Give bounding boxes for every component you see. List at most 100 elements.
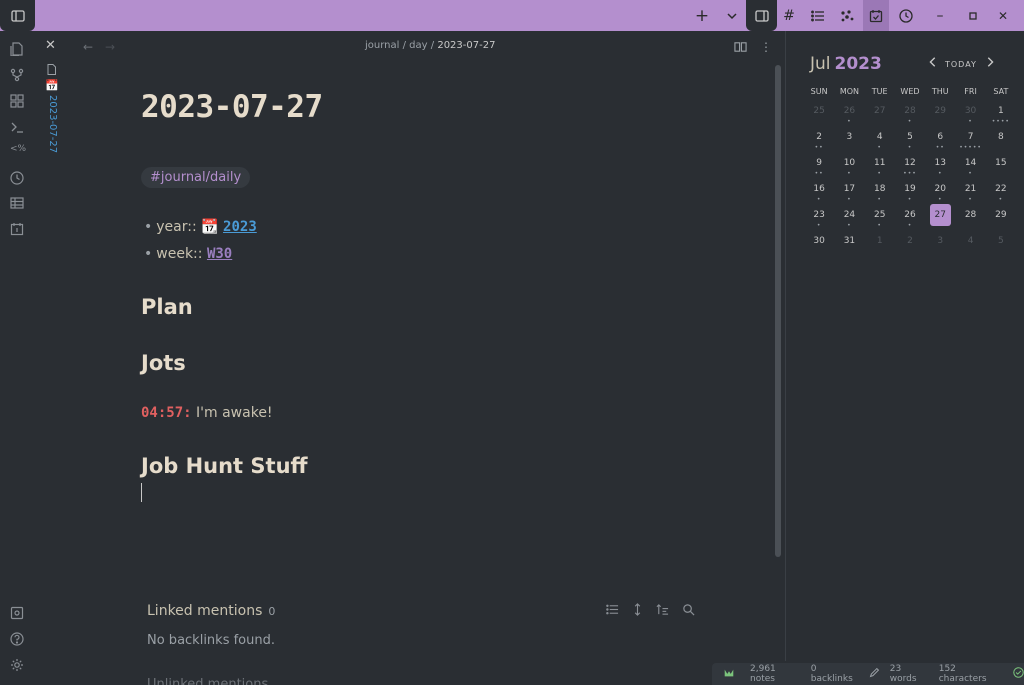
breadcrumb-item[interactable]: day <box>409 40 427 51</box>
vault-icon[interactable] <box>10 605 25 620</box>
clock-icon[interactable] <box>898 0 914 31</box>
calendar-day[interactable]: 25 <box>804 101 834 127</box>
calendar-day[interactable]: 17 • <box>834 179 864 205</box>
minimize-icon[interactable]: – <box>932 0 948 31</box>
calendar-day[interactable]: 31 <box>834 231 864 257</box>
backlinks-count[interactable]: 0 backlinks <box>811 664 859 684</box>
hashtag-icon[interactable]: # <box>781 0 797 31</box>
no-backlinks-text: No backlinks found. <box>147 633 275 648</box>
maximize-icon[interactable] <box>965 0 981 31</box>
calendar-day[interactable]: 9 •• <box>804 153 834 179</box>
calendar-day[interactable]: 14 • <box>955 153 985 179</box>
right-sidebar-icon[interactable] <box>746 0 777 31</box>
next-month-icon[interactable] <box>984 56 996 72</box>
calendar-day[interactable]: 19 • <box>895 179 925 205</box>
reading-view-icon[interactable] <box>734 40 747 56</box>
editor-scrollbar[interactable] <box>775 65 781 557</box>
more-options-icon[interactable]: ⋮ <box>760 40 772 54</box>
table-icon[interactable] <box>10 195 25 210</box>
calendar-day[interactable]: 1 •••• <box>986 101 1016 127</box>
search-icon[interactable] <box>682 601 696 616</box>
calendar-day[interactable]: 5 • <box>895 127 925 153</box>
help-icon[interactable] <box>10 631 25 646</box>
calendar-day[interactable]: 22 • <box>986 179 1016 205</box>
close-tab-icon[interactable]: ✕ <box>45 38 56 53</box>
terminal-icon[interactable] <box>10 119 25 134</box>
unlinked-mentions-header[interactable]: Unlinked mentions <box>147 677 268 685</box>
sidebar-toggle-icon[interactable] <box>0 0 35 31</box>
week-link[interactable]: W30 <box>207 246 232 262</box>
collapse-results-icon[interactable] <box>606 601 620 615</box>
forward-arrow-icon[interactable]: → <box>105 40 115 54</box>
sort-icon[interactable] <box>656 601 670 615</box>
breadcrumb-item[interactable]: journal <box>365 40 399 51</box>
calendar-day[interactable]: 16 • <box>804 179 834 205</box>
calendar-day[interactable]: 21 • <box>955 179 985 205</box>
edit-pencil-icon[interactable] <box>869 667 880 681</box>
git-icon[interactable] <box>10 67 25 82</box>
calendar-check-icon[interactable] <box>863 0 889 31</box>
note-dots: • <box>877 144 882 151</box>
tag-pill[interactable]: #journal/daily <box>141 167 251 188</box>
sync-status-icon[interactable] <box>1013 667 1024 681</box>
back-arrow-icon[interactable]: ← <box>83 40 93 54</box>
chevron-down-icon[interactable] <box>724 0 740 31</box>
calendar-day[interactable]: 12 ••• <box>895 153 925 179</box>
calendar-day[interactable]: 15 <box>986 153 1016 179</box>
settings-icon[interactable] <box>10 657 25 672</box>
status-bar: 2,961 notes 0 backlinks 23 words 152 cha… <box>712 663 1024 685</box>
calendar-day-today[interactable]: 27 <box>925 204 955 231</box>
calendar-day[interactable]: 1 <box>865 231 895 257</box>
note-dots: • <box>877 196 882 203</box>
calendar-day[interactable]: 30 <box>804 231 834 257</box>
calendar-day[interactable]: 26 • <box>834 101 864 127</box>
sync-icon[interactable] <box>722 667 736 682</box>
templater-icon[interactable]: <% <box>10 144 26 159</box>
blocks-icon[interactable] <box>10 93 25 108</box>
show-context-icon[interactable] <box>631 601 645 616</box>
calendar-day[interactable]: 30 • <box>955 101 985 127</box>
note-dots: • <box>968 170 973 177</box>
new-tab-icon[interactable]: + <box>694 0 710 31</box>
calendar-day[interactable]: 3 <box>834 127 864 153</box>
graph-icon[interactable] <box>839 0 855 31</box>
calendar-day[interactable]: 20 • <box>925 179 955 205</box>
text-cursor <box>141 483 142 502</box>
calendar-day[interactable]: 23 • <box>804 205 834 231</box>
breadcrumb-current[interactable]: 2023-07-27 <box>437 40 495 51</box>
calendar-day[interactable]: 3 <box>925 231 955 257</box>
calendar-day[interactable]: 29 <box>986 205 1016 231</box>
calendar-day[interactable]: 26 • <box>895 205 925 231</box>
close-icon[interactable]: ✕ <box>995 0 1011 31</box>
calendar-day[interactable]: 2 <box>895 231 925 257</box>
today-button[interactable]: TODAY <box>945 60 977 69</box>
calendar-day[interactable]: 27 <box>865 101 895 127</box>
calendar-icon[interactable] <box>10 221 25 236</box>
calendar-day[interactable]: 7 ••••• <box>955 127 985 153</box>
calendar-day[interactable]: 4 • <box>865 127 895 153</box>
previous-month-icon[interactable] <box>927 56 939 72</box>
document-icon[interactable] <box>47 60 56 75</box>
calendar-day[interactable]: 29 <box>925 101 955 127</box>
calendar-day[interactable]: 6 •• <box>925 127 955 153</box>
list-icon[interactable] <box>810 0 826 31</box>
calendar-day[interactable]: 10 • <box>834 153 864 179</box>
calendar-day[interactable]: 28 <box>955 205 985 231</box>
calendar-day[interactable]: 25 • <box>865 205 895 231</box>
year-link[interactable]: 2023 <box>223 219 257 235</box>
calendar-day[interactable]: 8 <box>986 127 1016 153</box>
calendar-day[interactable]: 4 <box>955 231 985 257</box>
property-week: • week:: W30 <box>144 246 233 262</box>
files-icon[interactable] <box>10 41 25 57</box>
calendar-day[interactable]: 13 • <box>925 153 955 179</box>
calendar-day[interactable]: 24 • <box>834 205 864 231</box>
property-year: • year:: 📆 2023 <box>144 219 257 235</box>
calendar-day[interactable]: 28 • <box>895 101 925 127</box>
calendar-day[interactable]: 5 <box>986 231 1016 257</box>
tab-label[interactable]: 2023-07-27 <box>47 95 58 153</box>
history-icon[interactable] <box>10 170 25 185</box>
calendar-day[interactable]: 18 • <box>865 179 895 205</box>
calendar-day[interactable]: 2 •• <box>804 127 834 153</box>
calendar-day[interactable]: 11 • <box>865 153 895 179</box>
linked-mentions-header[interactable]: Linked mentions 0 <box>147 603 275 619</box>
